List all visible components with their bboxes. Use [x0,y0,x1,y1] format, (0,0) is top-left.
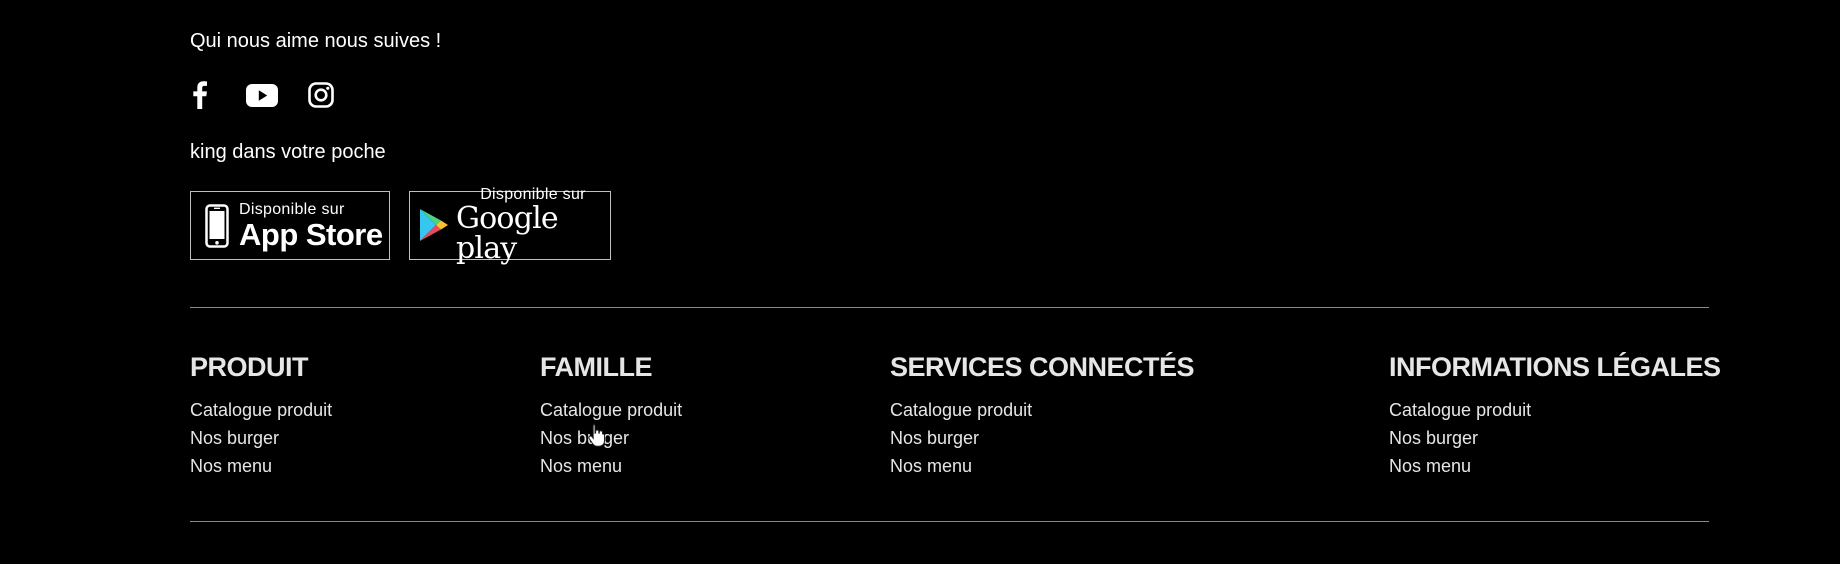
footer-link[interactable]: Catalogue produit [190,396,332,424]
app-store-small-label: Disponible sur [239,200,345,218]
footer-column-produit: PRODUIT Catalogue produit Nos burger Nos… [190,350,332,480]
footer-link[interactable]: Nos menu [190,452,332,480]
footer-link[interactable]: Nos menu [1389,452,1721,480]
google-play-label: Google play [456,201,559,266]
hand-cursor-icon [588,423,606,447]
divider [190,307,1709,308]
footer-column-famille: FAMILLE Catalogue produit Nos burger Nos… [540,350,682,480]
footer-link[interactable]: Nos menu [540,452,682,480]
app-store-label: App Store [239,216,383,252]
footer-link[interactable]: Nos burger [1389,424,1721,452]
footer-link[interactable]: Nos burger [890,424,1194,452]
footer: Qui nous aime nous suives ! king dans vo… [0,0,1840,564]
column-title: INFORMATIONS LÉGALES [1389,352,1721,382]
google-play-button[interactable]: Disponible sur Google play [409,187,611,264]
footer-link[interactable]: Catalogue produit [890,396,1194,424]
store-badges: Disponible sur App Store Disponible sur … [190,187,611,264]
facebook-icon[interactable] [190,80,210,110]
app-store-button[interactable]: Disponible sur App Store [190,191,390,260]
instagram-icon[interactable] [307,80,335,110]
app-promo-text: king dans votre poche [190,141,386,163]
footer-link[interactable]: Nos burger [540,424,682,452]
footer-link[interactable]: Nos burger [190,424,332,452]
footer-link[interactable]: Catalogue produit [1389,396,1721,424]
social-links [190,80,335,110]
footer-link[interactable]: Nos menu [890,452,1194,480]
column-title: FAMILLE [540,352,653,382]
google-play-icon [418,208,450,244]
smartphone-icon [205,203,229,248]
column-title: SERVICES CONNECTÉS [890,352,1195,382]
follow-us-text: Qui nous aime nous suives ! [190,30,442,52]
divider [190,521,1709,522]
column-title: PRODUIT [190,352,309,382]
footer-column-informations-legales: INFORMATIONS LÉGALES Catalogue produit N… [1389,350,1721,480]
footer-column-services-connectes: SERVICES CONNECTÉS Catalogue produit Nos… [890,350,1195,480]
youtube-icon[interactable] [246,80,278,110]
footer-link[interactable]: Catalogue produit [540,396,682,424]
